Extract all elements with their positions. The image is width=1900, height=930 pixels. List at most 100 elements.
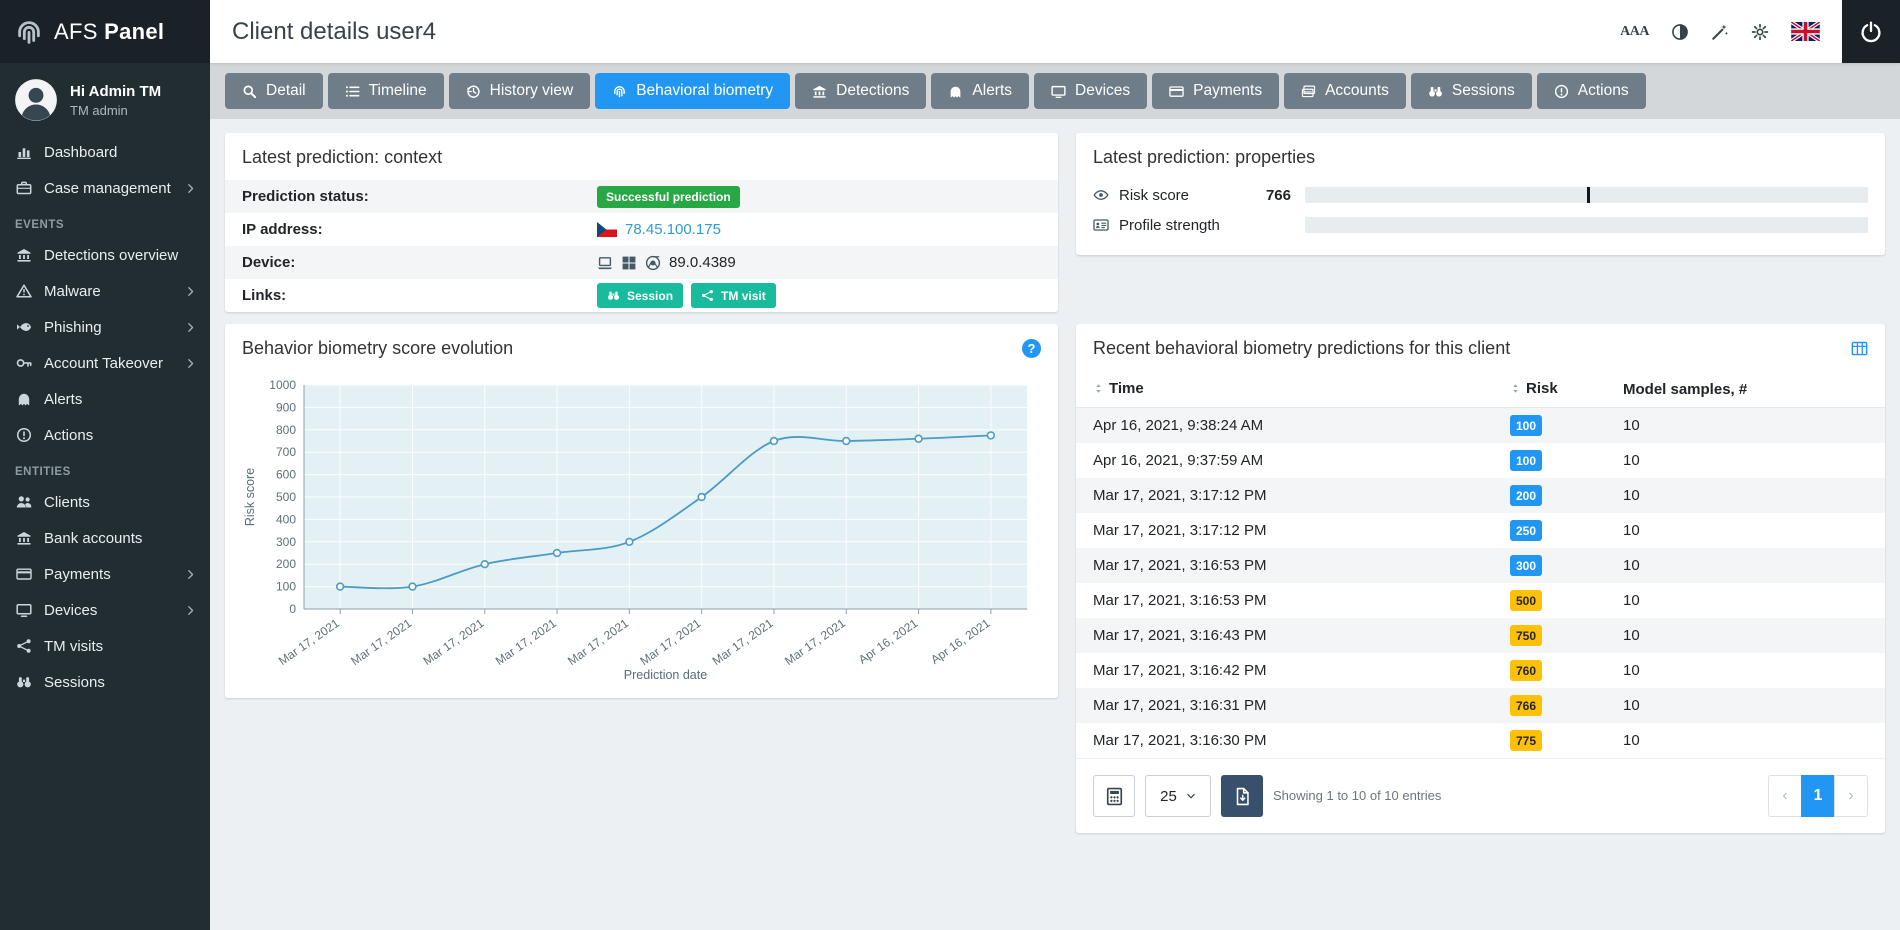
properties-card-title: Latest prediction: properties	[1076, 133, 1885, 180]
svg-text:100: 100	[276, 580, 296, 594]
tab-behavioral-biometry[interactable]: Behavioral biometry	[595, 73, 790, 109]
chevron-right-icon	[185, 605, 196, 616]
chevron-right-icon	[185, 286, 196, 297]
sidebar-item-malware[interactable]: Malware	[0, 273, 210, 309]
tab-detections[interactable]: Detections	[795, 73, 926, 109]
sidebar-item-phishing[interactable]: Phishing	[0, 309, 210, 345]
app-root: AFS Panel Hi Admin TM TM admin Dashboard…	[0, 0, 1900, 930]
svg-text:Risk score: Risk score	[243, 468, 257, 526]
table-icon[interactable]	[1851, 340, 1868, 357]
biometry-chart-container: 01002003004005006007008009001000Mar 17, …	[225, 371, 1058, 699]
language-flag-uk[interactable]	[1791, 22, 1820, 41]
biometry-chart[interactable]: 01002003004005006007008009001000Mar 17, …	[242, 373, 1041, 685]
predictions-table: Time Risk Model samples, # Apr 16, 2021,…	[1076, 371, 1885, 758]
tab-actions[interactable]: Actions	[1537, 73, 1646, 109]
table-row[interactable]: Mar 17, 2021, 3:16:30 PM77510	[1076, 723, 1885, 758]
sidebar-item-alerts[interactable]: Alerts	[0, 381, 210, 417]
user-panel: Hi Admin TM TM admin	[0, 63, 210, 134]
export-button[interactable]	[1221, 775, 1263, 817]
table-row[interactable]: Mar 17, 2021, 3:17:12 PM25010	[1076, 513, 1885, 548]
sidebar-item-actions[interactable]: Actions	[0, 417, 210, 453]
tm-visits-icon	[14, 638, 33, 654]
svg-text:200: 200	[276, 557, 296, 571]
tab-history-view[interactable]: History view	[449, 73, 591, 109]
prediction-status-row: Prediction status: Successful prediction	[225, 180, 1058, 213]
svg-text:1000: 1000	[269, 378, 296, 392]
sidebar-section-entities: ENTITIES	[0, 453, 210, 484]
tab-timeline[interactable]: Timeline	[328, 73, 444, 109]
ip-address-link[interactable]: 78.45.100.175	[625, 221, 721, 238]
showing-entries-text: Showing 1 to 10 of 10 entries	[1273, 787, 1451, 805]
table-row[interactable]: Mar 17, 2021, 3:16:43 PM75010	[1076, 618, 1885, 653]
dashboard-icon	[14, 144, 33, 160]
app-logo-text: AFS Panel	[54, 19, 164, 45]
header-actions: AAA	[1620, 22, 1842, 41]
browser-version: 89.0.4389	[669, 254, 736, 271]
svg-text:300: 300	[276, 535, 296, 549]
ip-address-row: IP address: 78.45.100.175	[225, 213, 1058, 246]
table-row[interactable]: Apr 16, 2021, 9:38:24 AM10010	[1076, 408, 1885, 444]
sidebar-item-case-management[interactable]: Case management	[0, 170, 210, 206]
help-icon[interactable]	[1022, 339, 1041, 358]
svg-text:Mar 17, 2021: Mar 17, 2021	[348, 616, 414, 668]
tab-devices[interactable]: Devices	[1034, 73, 1147, 109]
payments-icon	[14, 566, 33, 582]
sort-icon[interactable]	[1093, 383, 1104, 394]
chevron-right-icon	[185, 322, 196, 333]
svg-text:Prediction date: Prediction date	[624, 668, 707, 682]
tab-payments[interactable]: Payments	[1152, 73, 1279, 109]
sort-icon[interactable]	[1510, 383, 1521, 394]
sidebar-item-dashboard[interactable]: Dashboard	[0, 134, 210, 170]
sidebar-item-account-takeover[interactable]: Account Takeover	[0, 345, 210, 381]
column-header-time[interactable]: Time	[1109, 380, 1144, 397]
tab-accounts[interactable]: Accounts	[1284, 73, 1406, 109]
calculator-icon	[1105, 787, 1124, 806]
profile-strength-row: Profile strength	[1076, 210, 1885, 240]
chrome-icon	[645, 255, 661, 271]
power-logout-button[interactable]	[1842, 0, 1900, 63]
table-row[interactable]: Mar 17, 2021, 3:16:53 PM30010	[1076, 548, 1885, 583]
tab-detail[interactable]: Detail	[225, 73, 323, 109]
chevron-right-icon	[185, 569, 196, 580]
risk-score-row: Risk score 766	[1076, 180, 1885, 210]
sidebar-item-clients[interactable]: Clients	[0, 484, 210, 520]
table-options-button[interactable]	[1093, 775, 1135, 817]
table-row[interactable]: Apr 16, 2021, 9:37:59 AM10010	[1076, 443, 1885, 478]
contrast-toggle-button[interactable]	[1671, 23, 1689, 41]
contrast-icon	[1671, 23, 1689, 41]
table-row[interactable]: Mar 17, 2021, 3:16:31 PM76610	[1076, 688, 1885, 723]
biometry-score-chart-card: Behavior biometry score evolution 010020…	[225, 324, 1058, 698]
settings-button[interactable]	[1751, 23, 1769, 41]
pagination-next[interactable]: ›	[1834, 775, 1868, 817]
page-size-select[interactable]: 25	[1145, 775, 1211, 817]
column-header-risk[interactable]: Risk	[1526, 380, 1558, 397]
device-row: Device: 89.0.4389	[225, 246, 1058, 279]
sidebar-item-bank-accounts[interactable]: Bank accounts	[0, 520, 210, 556]
app-logo[interactable]: AFS Panel	[0, 0, 210, 63]
tm-visit-link-button[interactable]: TM visit	[691, 283, 776, 308]
svg-text:Mar 17, 2021: Mar 17, 2021	[276, 616, 342, 668]
sidebar-item-tm-visits[interactable]: TM visits	[0, 628, 210, 664]
pagination-prev[interactable]: ‹	[1768, 775, 1802, 817]
magnifier-icon	[242, 84, 257, 99]
page-title: Client details user4	[232, 18, 436, 46]
tab-sessions[interactable]: Sessions	[1411, 73, 1532, 109]
theme-brush-button[interactable]	[1711, 23, 1729, 41]
table-row[interactable]: Mar 17, 2021, 3:16:42 PM76010	[1076, 653, 1885, 688]
tab-alerts[interactable]: Alerts	[931, 73, 1029, 109]
risk-badge: 200	[1510, 485, 1542, 506]
font-size-button[interactable]: AAA	[1620, 24, 1649, 40]
sidebar-item-payments[interactable]: Payments	[0, 556, 210, 592]
pagination-page-1[interactable]: 1	[1801, 775, 1835, 817]
table-row[interactable]: Mar 17, 2021, 3:17:12 PM20010	[1076, 478, 1885, 513]
sidebar-item-sessions[interactable]: Sessions	[0, 664, 210, 700]
svg-text:Mar 17, 2021: Mar 17, 2021	[493, 616, 559, 668]
sidebar-item-devices[interactable]: Devices	[0, 592, 210, 628]
list-icon	[345, 84, 360, 99]
table-row[interactable]: Mar 17, 2021, 3:16:53 PM50010	[1076, 583, 1885, 618]
session-link-button[interactable]: Session	[597, 283, 683, 308]
briefcase-icon	[14, 180, 33, 196]
main-content: Latest prediction: context Prediction st…	[210, 119, 1900, 930]
sidebar-item-detections-overview[interactable]: Detections overview	[0, 237, 210, 273]
svg-text:700: 700	[276, 445, 296, 459]
